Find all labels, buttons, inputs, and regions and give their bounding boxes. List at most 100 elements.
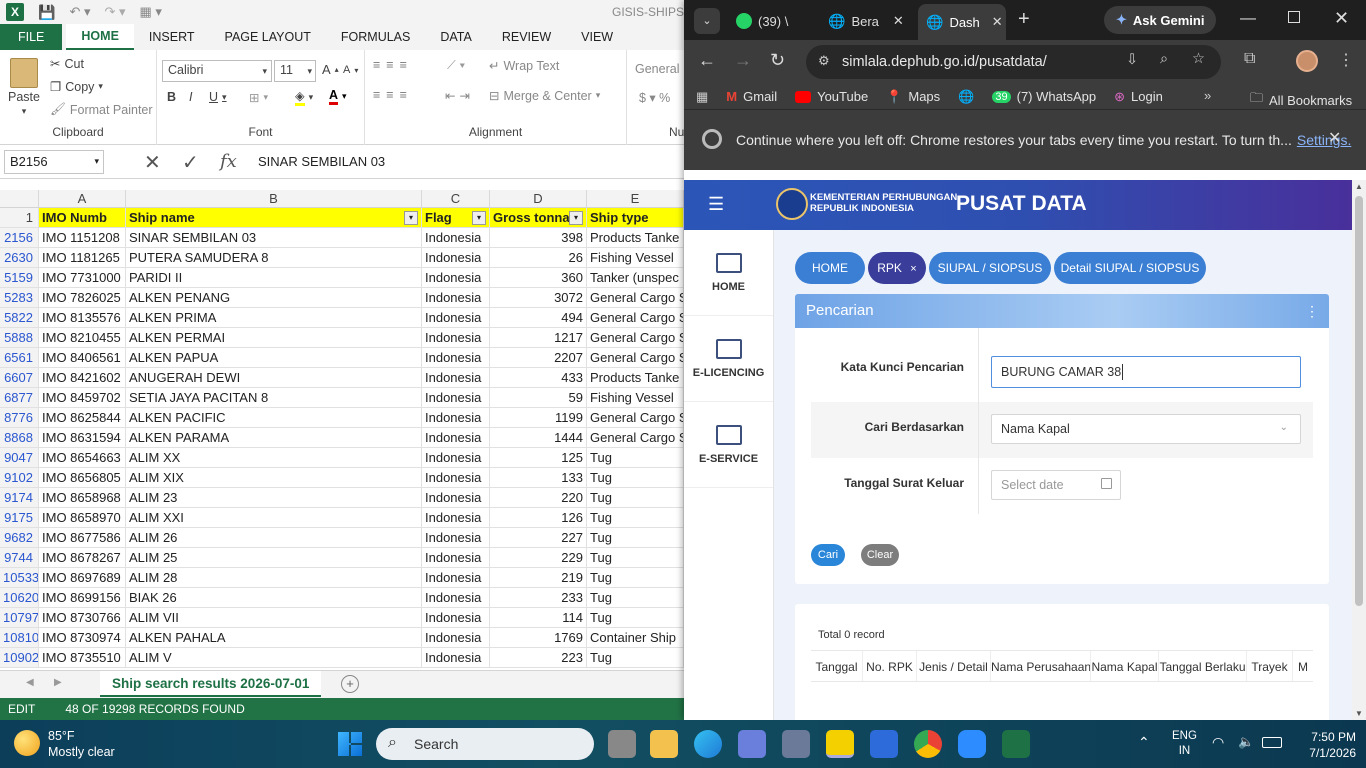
cancel-icon[interactable]: ✕ [144, 150, 161, 175]
cell[interactable]: Fishing Vessel [587, 388, 684, 407]
cell[interactable]: IMO 8735510 [39, 648, 126, 667]
cell[interactable]: Indonesia [422, 508, 490, 527]
table-row[interactable]: 9682 IMO 8677586 ALIM 26 Indonesia 227 Tug [0, 528, 684, 548]
font-size-select[interactable]: 11 ▾ [274, 60, 316, 82]
undo-icon[interactable]: ↶ ▾ [69, 4, 90, 20]
cell[interactable]: Tug [587, 588, 684, 607]
cell[interactable]: 398 [490, 228, 587, 247]
table-row[interactable]: 5159 IMO 7731000 PARIDI II Indonesia 360 Tank… [0, 268, 684, 288]
table-row[interactable]: 9744 IMO 8678267 ALIM 25 Indonesia 229 Tug [0, 548, 684, 568]
page-scrollbar[interactable]: ▲ ▼ [1352, 180, 1366, 720]
close-tab-icon[interactable]: ✕ [893, 13, 904, 29]
filter-header-flag[interactable]: Flag ▾ [422, 208, 490, 227]
merge-center-button[interactable]: ⊟ Merge & Center ▾ [489, 88, 600, 104]
settings-link[interactable]: Settings. [1297, 132, 1351, 148]
cell[interactable]: Indonesia [422, 528, 490, 547]
tab-file[interactable]: FILE [0, 24, 63, 50]
zoom-app-icon[interactable] [958, 730, 986, 758]
scroll-down-icon[interactable]: ▼ [1355, 709, 1363, 718]
forward-icon[interactable]: → [734, 50, 752, 71]
cell[interactable]: 433 [490, 368, 587, 387]
cell[interactable]: Indonesia [422, 248, 490, 267]
redo-icon[interactable]: ↷ ▾ [104, 4, 125, 20]
table-row[interactable]: 8868 IMO 8631594 ALKEN PARAMA Indonesia 1444… [0, 428, 684, 448]
clock[interactable]: 7:50 PM 7/1/2026 [1296, 729, 1356, 761]
cell[interactable]: Indonesia [422, 288, 490, 307]
cell[interactable]: Indonesia [422, 428, 490, 447]
cell[interactable]: Indonesia [422, 648, 490, 667]
cell[interactable]: Tug [587, 608, 684, 627]
cell[interactable]: General Cargo S [587, 408, 684, 427]
weather-icon[interactable] [14, 730, 40, 756]
nav-e-licencing[interactable]: E-LICENCING [684, 316, 773, 402]
excel-taskbar-icon[interactable] [1002, 730, 1030, 758]
cell[interactable]: ALIM VII [126, 608, 422, 627]
currency-icon[interactable]: $ ▾ % [639, 90, 670, 105]
nav-home[interactable]: HOME [684, 230, 773, 316]
cell[interactable]: SINAR SEMBILAN 03 [126, 228, 422, 247]
cell[interactable]: ALKEN PRIMA [126, 308, 422, 327]
tab-beranda[interactable]: 🌐 Bera ✕ [820, 6, 910, 36]
keyword-input[interactable]: BURUNG CAMAR 38 [991, 356, 1301, 388]
spreadsheet-grid[interactable]: A B C D E 1 IMO Numb Ship name ▾ Flag ▾ Gr… [0, 190, 684, 668]
cell[interactable]: Products Tanke [587, 368, 684, 387]
grow-font-button[interactable]: A ▴ [322, 62, 339, 77]
bookmark-gmail[interactable]: M Gmail [726, 89, 777, 104]
cell[interactable]: IMO 8210455 [39, 328, 126, 347]
breadcrumb-siupal[interactable]: SIUPAL / SIOPSUS [929, 252, 1051, 284]
date-input[interactable]: Select date [991, 470, 1121, 500]
tray-overflow-icon[interactable]: ⌃ [1138, 734, 1150, 751]
table-row[interactable]: 9047 IMO 8654663 ALIM XX Indonesia 125 Tug [0, 448, 684, 468]
cell[interactable]: 133 [490, 468, 587, 487]
minimize-icon[interactable]: — [1240, 10, 1256, 28]
vertical-align-icons[interactable]: ≡≡≡ [373, 58, 413, 72]
install-icon[interactable]: ⇩ [1126, 52, 1138, 68]
cell[interactable]: Tug [587, 468, 684, 487]
table-row[interactable]: 8776 IMO 8625844 ALKEN PACIFIC Indonesia 119… [0, 408, 684, 428]
cell[interactable]: ALIM 25 [126, 548, 422, 567]
cell[interactable]: 114 [490, 608, 587, 627]
more-bookmarks-icon[interactable]: » [1204, 88, 1211, 103]
site-info-icon[interactable]: ⚙ [818, 53, 830, 69]
italic-button[interactable]: I [189, 90, 192, 104]
cell[interactable]: IMO 7826025 [39, 288, 126, 307]
bookmark-youtube[interactable]: YouTube [795, 89, 868, 104]
cell[interactable]: Indonesia [422, 548, 490, 567]
table-row[interactable]: 10902 IMO 8735510 ALIM V Indonesia 223 Tug [0, 648, 684, 668]
searchby-select[interactable]: Nama Kapal ⌄ [991, 414, 1301, 444]
cell[interactable]: Indonesia [422, 468, 490, 487]
nav-e-service[interactable]: E-SERVICE [684, 402, 773, 488]
camera-icon[interactable] [782, 730, 810, 758]
app-icon[interactable] [738, 730, 766, 758]
cell[interactable]: General Cargo S [587, 328, 684, 347]
cell[interactable]: Indonesia [422, 628, 490, 647]
bookmark-globe[interactable]: 🌐 [958, 89, 974, 105]
cell[interactable]: PARIDI II [126, 268, 422, 287]
orientation-icon[interactable]: ⟋ ▾ [447, 58, 465, 73]
indent-icons[interactable]: ⇤⇥ [445, 88, 474, 103]
cell[interactable]: Tug [587, 568, 684, 587]
cell[interactable]: IMO 8654663 [39, 448, 126, 467]
zoom-icon[interactable]: ⌕ [1160, 51, 1168, 67]
horizontal-align-icons[interactable]: ≡≡≡ [373, 88, 413, 102]
name-box[interactable]: B2156 ▾ [4, 150, 104, 174]
cell[interactable]: General Cargo S [587, 308, 684, 327]
table-row[interactable]: 10797 IMO 8730766 ALIM VII Indonesia 114 Tug [0, 608, 684, 628]
card-menu-icon[interactable]: ⋮ [1305, 294, 1319, 328]
cell[interactable]: Tug [587, 548, 684, 567]
tab-insert[interactable]: INSERT [134, 30, 210, 50]
cell[interactable]: ALIM XX [126, 448, 422, 467]
cell[interactable]: 2207 [490, 348, 587, 367]
profile-avatar[interactable] [1296, 50, 1318, 72]
filter-header-tonnage[interactable]: Gross tonna ▾ [490, 208, 587, 227]
cell[interactable]: General Cargo S [587, 428, 684, 447]
table-row[interactable]: 9174 IMO 8658968 ALIM 23 Indonesia 220 Tug [0, 488, 684, 508]
cell[interactable]: IMO 1151208 [39, 228, 126, 247]
cell[interactable]: 3072 [490, 288, 587, 307]
shrink-font-button[interactable]: A ▾ [343, 64, 358, 76]
extensions-icon[interactable]: ⧉ [1244, 50, 1255, 68]
tab-whatsapp[interactable]: (39) \ [728, 6, 818, 36]
cell[interactable]: IMO 7731000 [39, 268, 126, 287]
font-name-select[interactable]: Calibri ▾ [162, 60, 272, 82]
weather-widget[interactable]: 85°F Mostly clear [48, 728, 115, 760]
